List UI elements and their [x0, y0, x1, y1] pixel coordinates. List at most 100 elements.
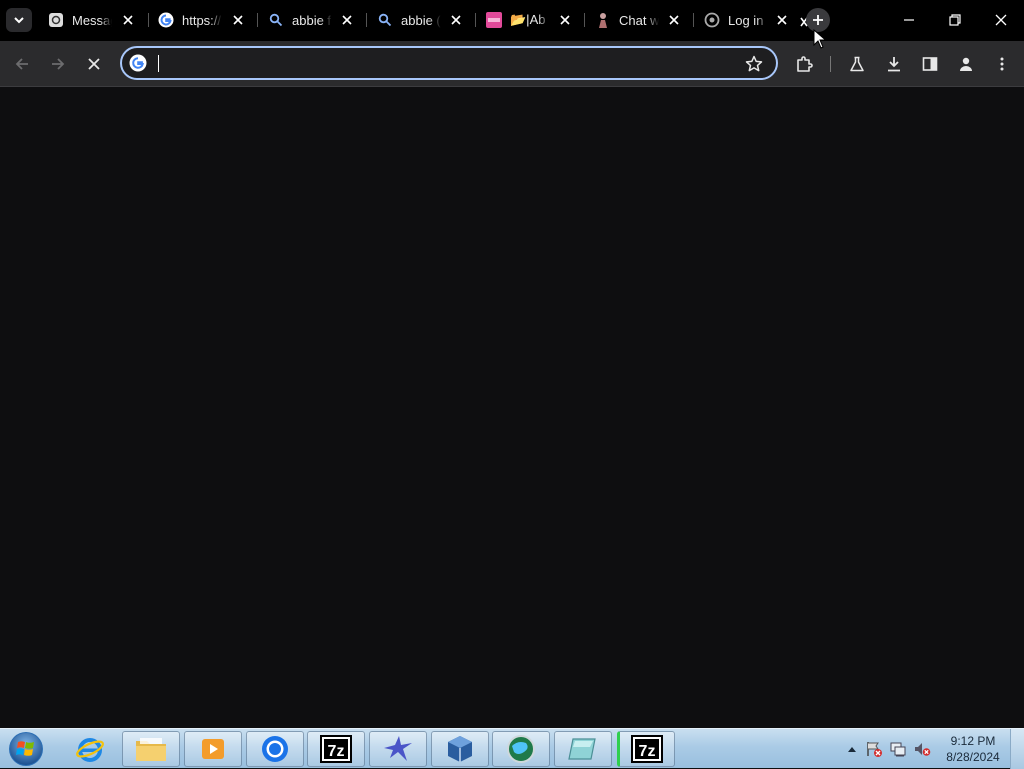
side-panel-button[interactable]	[915, 49, 945, 79]
forward-button[interactable]	[43, 49, 73, 79]
chevron-down-icon	[14, 17, 24, 24]
volume-muted-icon[interactable]	[912, 737, 932, 761]
tab-title: abbie (	[401, 12, 441, 28]
tab-separator	[475, 13, 476, 27]
puzzle-icon	[797, 56, 813, 72]
stop-loading-button[interactable]	[79, 49, 109, 79]
windows-logo-icon	[9, 732, 43, 766]
7zip-icon: 7z	[320, 735, 352, 763]
close-icon[interactable]	[339, 12, 355, 28]
message-icon	[48, 12, 64, 28]
mouse-pointer-icon	[813, 29, 827, 49]
taskbar-bird-app[interactable]	[369, 731, 427, 767]
tab-title: Messag	[72, 12, 112, 28]
close-icon[interactable]	[120, 12, 136, 28]
labs-button[interactable]	[842, 49, 872, 79]
tab-title: 📂|Ab	[510, 12, 546, 27]
browser-toolbar	[0, 41, 1024, 87]
download-icon	[888, 57, 900, 72]
extensions-button[interactable]	[789, 49, 819, 79]
tab-title: abbie f	[292, 12, 332, 28]
toolbar-divider	[830, 56, 831, 72]
downloads-button[interactable]	[879, 49, 909, 79]
more-vertical-icon	[1000, 57, 1004, 71]
7zip-icon: 7z	[631, 735, 663, 763]
internet-explorer-icon	[76, 738, 104, 762]
action-center-icon[interactable]	[864, 737, 884, 761]
arrow-right-icon	[52, 58, 65, 70]
close-icon	[995, 14, 1007, 26]
bird-app-icon	[384, 736, 412, 761]
taskbar-internet-explorer[interactable]	[62, 731, 118, 767]
close-window-button[interactable]	[978, 0, 1024, 40]
svg-text:7z: 7z	[328, 743, 345, 760]
address-bar[interactable]	[120, 46, 778, 80]
svg-text:7z: 7z	[639, 743, 656, 760]
chrome-icon	[262, 736, 288, 762]
tab-title: Chat w	[619, 12, 659, 28]
tab-separator	[257, 13, 258, 27]
globe-app-icon	[507, 735, 535, 763]
virtualbox-icon	[448, 736, 472, 762]
close-icon[interactable]	[774, 12, 790, 28]
show-hidden-icons-button[interactable]	[842, 737, 862, 761]
tab-title: Log in	[728, 12, 764, 28]
taskbar-globe-app[interactable]	[492, 731, 550, 767]
tab-https[interactable]: https://	[158, 6, 250, 34]
clock-date: 8/28/2024	[946, 750, 1000, 764]
search-icon	[268, 12, 284, 28]
taskbar-chrome[interactable]	[246, 731, 304, 767]
menu-button[interactable]	[987, 49, 1017, 79]
tab-pink-site[interactable]: 📂|Ab	[486, 6, 577, 34]
figure-icon	[595, 12, 611, 28]
tab-login[interactable]: Log in	[704, 6, 794, 34]
restore-icon	[949, 14, 961, 26]
tab-separator	[584, 13, 585, 27]
tab-strip: Messag https:// abbie f abbie ( 📂|Ab	[0, 0, 1024, 41]
close-icon[interactable]	[230, 12, 246, 28]
taskbar-7zip-active[interactable]: 7z	[617, 731, 675, 767]
tab-messages[interactable]: Messag	[48, 6, 140, 34]
taskbar-file-explorer[interactable]	[122, 731, 180, 767]
show-desktop-button[interactable]	[1010, 729, 1024, 769]
plus-icon	[813, 15, 823, 25]
start-button[interactable]	[6, 731, 46, 767]
page-content	[0, 88, 1024, 728]
search-icon	[377, 12, 393, 28]
taskbar-media-player[interactable]	[184, 731, 242, 767]
google-icon	[129, 54, 147, 72]
tab-separator	[148, 13, 149, 27]
close-icon	[88, 58, 100, 70]
bookmark-star-button[interactable]	[744, 54, 764, 74]
system-clock[interactable]: 9:12 PM 8/28/2024	[942, 733, 1004, 765]
close-icon[interactable]	[666, 12, 682, 28]
google-icon	[158, 12, 174, 28]
restore-button[interactable]	[932, 0, 978, 40]
tab-abbie-search-1[interactable]: abbie f	[268, 6, 359, 34]
arrow-left-icon	[15, 58, 28, 70]
tab-separator	[693, 13, 694, 27]
address-input[interactable]	[156, 52, 726, 74]
text-caret	[158, 55, 159, 72]
side-panel-icon	[922, 57, 938, 71]
file-explorer-icon	[136, 738, 166, 761]
tile-app-icon	[568, 738, 596, 760]
taskbar-tile-app[interactable]	[554, 731, 612, 767]
minimize-button[interactable]	[886, 0, 932, 40]
taskbar-7zip[interactable]: 7z	[307, 731, 365, 767]
close-icon[interactable]	[557, 12, 573, 28]
tab-abbie-search-2[interactable]: abbie (	[377, 6, 468, 34]
taskbar-virtualbox[interactable]	[431, 731, 489, 767]
profile-button[interactable]	[951, 49, 981, 79]
tab-chat[interactable]: Chat w	[595, 6, 686, 34]
minimize-icon	[904, 19, 914, 21]
network-icon[interactable]	[888, 737, 908, 761]
tab-separator	[366, 13, 367, 27]
back-button[interactable]	[7, 49, 37, 79]
clock-time: 9:12 PM	[950, 734, 996, 748]
close-icon[interactable]	[448, 12, 464, 28]
tab-title: https://	[182, 12, 222, 28]
media-player-icon	[202, 739, 224, 759]
chevron-up-icon	[848, 747, 856, 752]
tab-search-button[interactable]	[6, 8, 32, 32]
